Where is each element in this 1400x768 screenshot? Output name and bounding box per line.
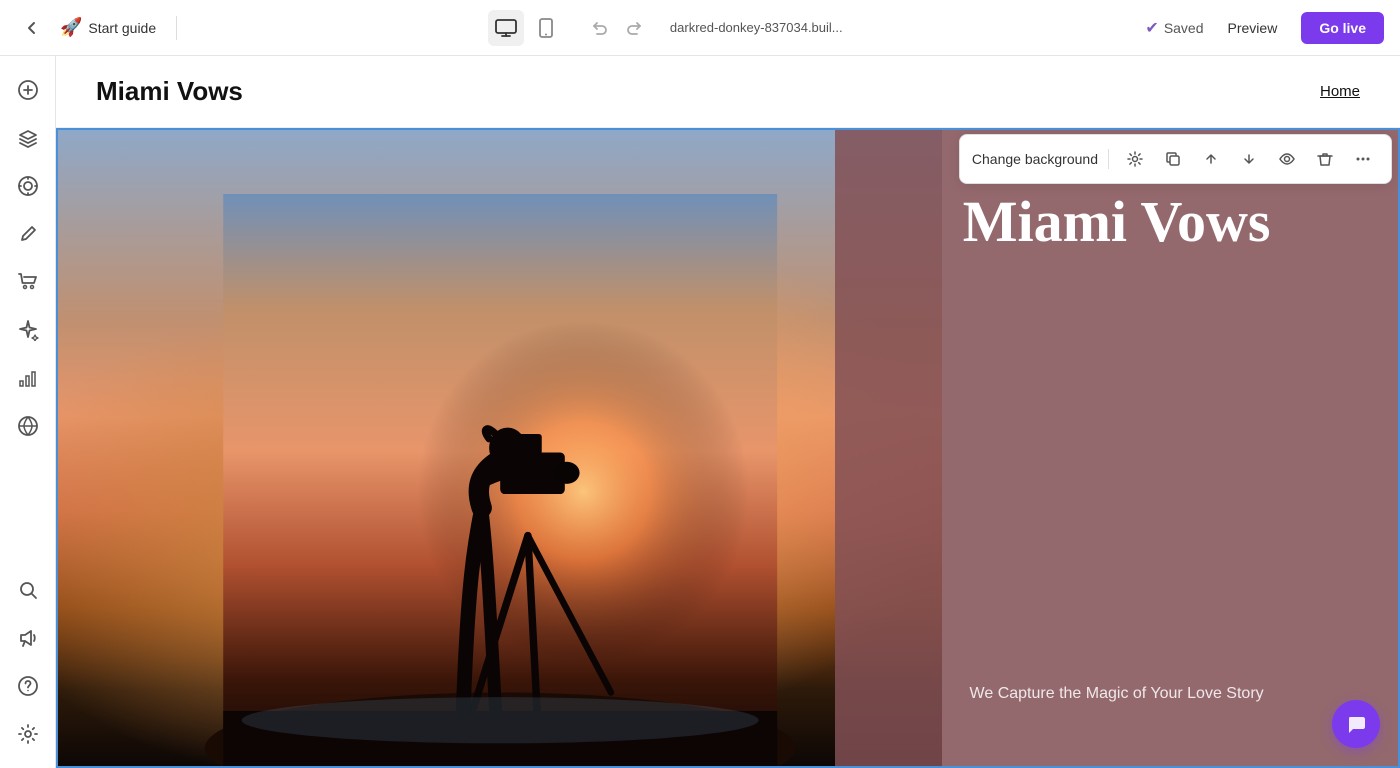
add-section-icon[interactable]	[6, 68, 50, 112]
site-url: darkred-donkey-837034.buil...	[670, 20, 843, 35]
cart-icon[interactable]	[6, 260, 50, 304]
hero-subtitle: We Capture the Magic of Your Love Story	[970, 682, 1264, 706]
ctx-divider-1	[1108, 149, 1109, 169]
back-button[interactable]	[16, 12, 48, 44]
chat-icon	[1345, 713, 1367, 735]
saved-check-icon: ✔	[1145, 18, 1158, 38]
site-header: Miami Vows Home	[56, 56, 1400, 128]
saved-status: ✔ Saved	[1145, 18, 1203, 38]
canvas-area[interactable]: Rate smart layout Section Change backgro…	[56, 128, 1400, 768]
content-area: Miami Vows Home Rate smart layout	[56, 56, 1400, 768]
chart-icon[interactable]	[6, 356, 50, 400]
copy-ctx-button[interactable]	[1157, 143, 1189, 175]
silhouette-svg	[58, 194, 942, 766]
settings-icon[interactable]	[6, 712, 50, 756]
move-up-ctx-button[interactable]	[1195, 143, 1227, 175]
undo-button[interactable]	[584, 12, 616, 44]
home-nav-link[interactable]: Home	[1320, 83, 1360, 100]
megaphone-icon[interactable]	[6, 616, 50, 660]
rocket-icon: 🚀	[60, 17, 82, 38]
help-icon[interactable]	[6, 664, 50, 708]
site-nav: Home	[1320, 83, 1360, 101]
more-ctx-button[interactable]	[1347, 143, 1379, 175]
translate-icon[interactable]	[6, 404, 50, 448]
start-guide-label: Start guide	[88, 20, 156, 36]
search-icon[interactable]	[6, 568, 50, 612]
nav-divider	[176, 16, 177, 40]
main-layout: Miami Vows Home Rate smart layout	[0, 56, 1400, 768]
sparkle-icon[interactable]	[6, 308, 50, 352]
nav-center: darkred-donkey-837034.buil...	[197, 10, 1133, 46]
hero-background-image	[58, 130, 942, 766]
start-guide-link[interactable]: 🚀 Start guide	[60, 17, 156, 38]
theme-icon[interactable]	[6, 164, 50, 208]
redo-button[interactable]	[618, 12, 650, 44]
mobile-view-button[interactable]	[528, 10, 564, 46]
edit-icon[interactable]	[6, 212, 50, 256]
hero-overlay-panel: Miami Vows We Capture the Magic of Your …	[835, 130, 1398, 766]
undo-redo-group	[584, 12, 650, 44]
nav-right-group: ✔ Saved Preview Go live	[1145, 12, 1384, 44]
hero-title: Miami Vows	[963, 190, 1271, 254]
desktop-view-button[interactable]	[488, 10, 524, 46]
saved-label: Saved	[1164, 20, 1204, 36]
go-live-button[interactable]: Go live	[1301, 12, 1384, 44]
move-down-ctx-button[interactable]	[1233, 143, 1265, 175]
top-navigation: 🚀 Start guide	[0, 0, 1400, 56]
preview-button[interactable]: Preview	[1216, 14, 1290, 42]
sidebar-bottom	[6, 568, 50, 756]
site-title: Miami Vows	[96, 76, 243, 107]
delete-ctx-button[interactable]	[1309, 143, 1341, 175]
visibility-ctx-button[interactable]	[1271, 143, 1303, 175]
hero-section[interactable]: Miami Vows We Capture the Magic of Your …	[56, 128, 1400, 768]
settings-ctx-button[interactable]	[1119, 143, 1151, 175]
layers-icon[interactable]	[6, 116, 50, 160]
context-toolbar: Change background	[959, 134, 1392, 184]
change-background-label: Change background	[972, 151, 1098, 167]
device-toggle	[488, 10, 564, 46]
left-sidebar	[0, 56, 56, 768]
chat-bubble[interactable]	[1332, 700, 1380, 748]
